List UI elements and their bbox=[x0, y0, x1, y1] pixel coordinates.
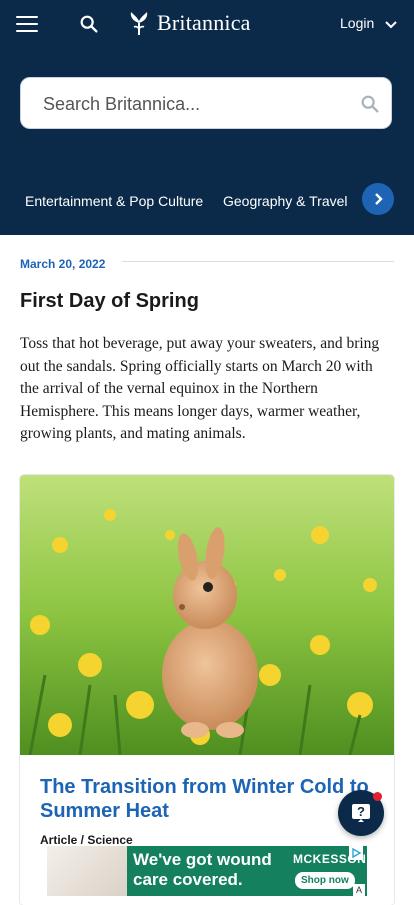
category-geography[interactable]: Geography & Travel bbox=[223, 193, 348, 209]
svg-text:?: ? bbox=[357, 804, 365, 819]
top-navigation-bar: Britannica Login bbox=[0, 0, 414, 48]
menu-icon[interactable] bbox=[16, 16, 38, 32]
category-navigation: Entertainment & Pop Culture Geography & … bbox=[0, 183, 414, 225]
date-row: March 20, 2022 bbox=[20, 255, 394, 271]
britannica-logo[interactable]: Britannica bbox=[125, 8, 251, 38]
article-date: March 20, 2022 bbox=[20, 257, 106, 271]
category-next-button[interactable] bbox=[362, 183, 394, 215]
advertisement-banner[interactable]: We've got wound care covered. MCKESSON S… bbox=[47, 846, 367, 896]
question-icon: ? bbox=[352, 804, 370, 822]
logo-text: Britannica bbox=[157, 10, 251, 35]
article-title: First Day of Spring bbox=[20, 290, 199, 312]
hero-section: Entertainment & Pop Culture Geography & … bbox=[0, 47, 414, 235]
ad-image bbox=[47, 846, 127, 896]
ad-badge: A bbox=[353, 884, 365, 896]
search-icon[interactable] bbox=[78, 13, 100, 35]
search-box bbox=[20, 77, 392, 129]
ad-headline: We've got wound care covered. bbox=[133, 850, 272, 889]
card-meta: Article / Science bbox=[40, 833, 133, 847]
thistle-logo-icon bbox=[130, 12, 148, 35]
bunny-in-dandelions-image[interactable] bbox=[20, 475, 394, 755]
chevron-down-icon[interactable] bbox=[383, 16, 399, 32]
card-title-link[interactable]: The Transition from Winter Cold to Summe… bbox=[40, 775, 380, 823]
category-entertainment[interactable]: Entertainment & Pop Culture bbox=[25, 193, 203, 209]
search-submit-icon[interactable] bbox=[359, 93, 381, 115]
login-button[interactable]: Login bbox=[340, 15, 374, 31]
search-input[interactable] bbox=[41, 88, 345, 120]
ad-cta-button[interactable]: Shop now bbox=[295, 872, 355, 889]
adchoices-icon[interactable] bbox=[349, 846, 363, 860]
notification-dot bbox=[373, 792, 382, 801]
chevron-right-icon bbox=[375, 193, 383, 205]
article-body: Toss that hot beverage, put away your sw… bbox=[20, 335, 380, 443]
divider bbox=[122, 261, 394, 262]
article-card[interactable]: The Transition from Winter Cold to Summe… bbox=[20, 475, 394, 905]
